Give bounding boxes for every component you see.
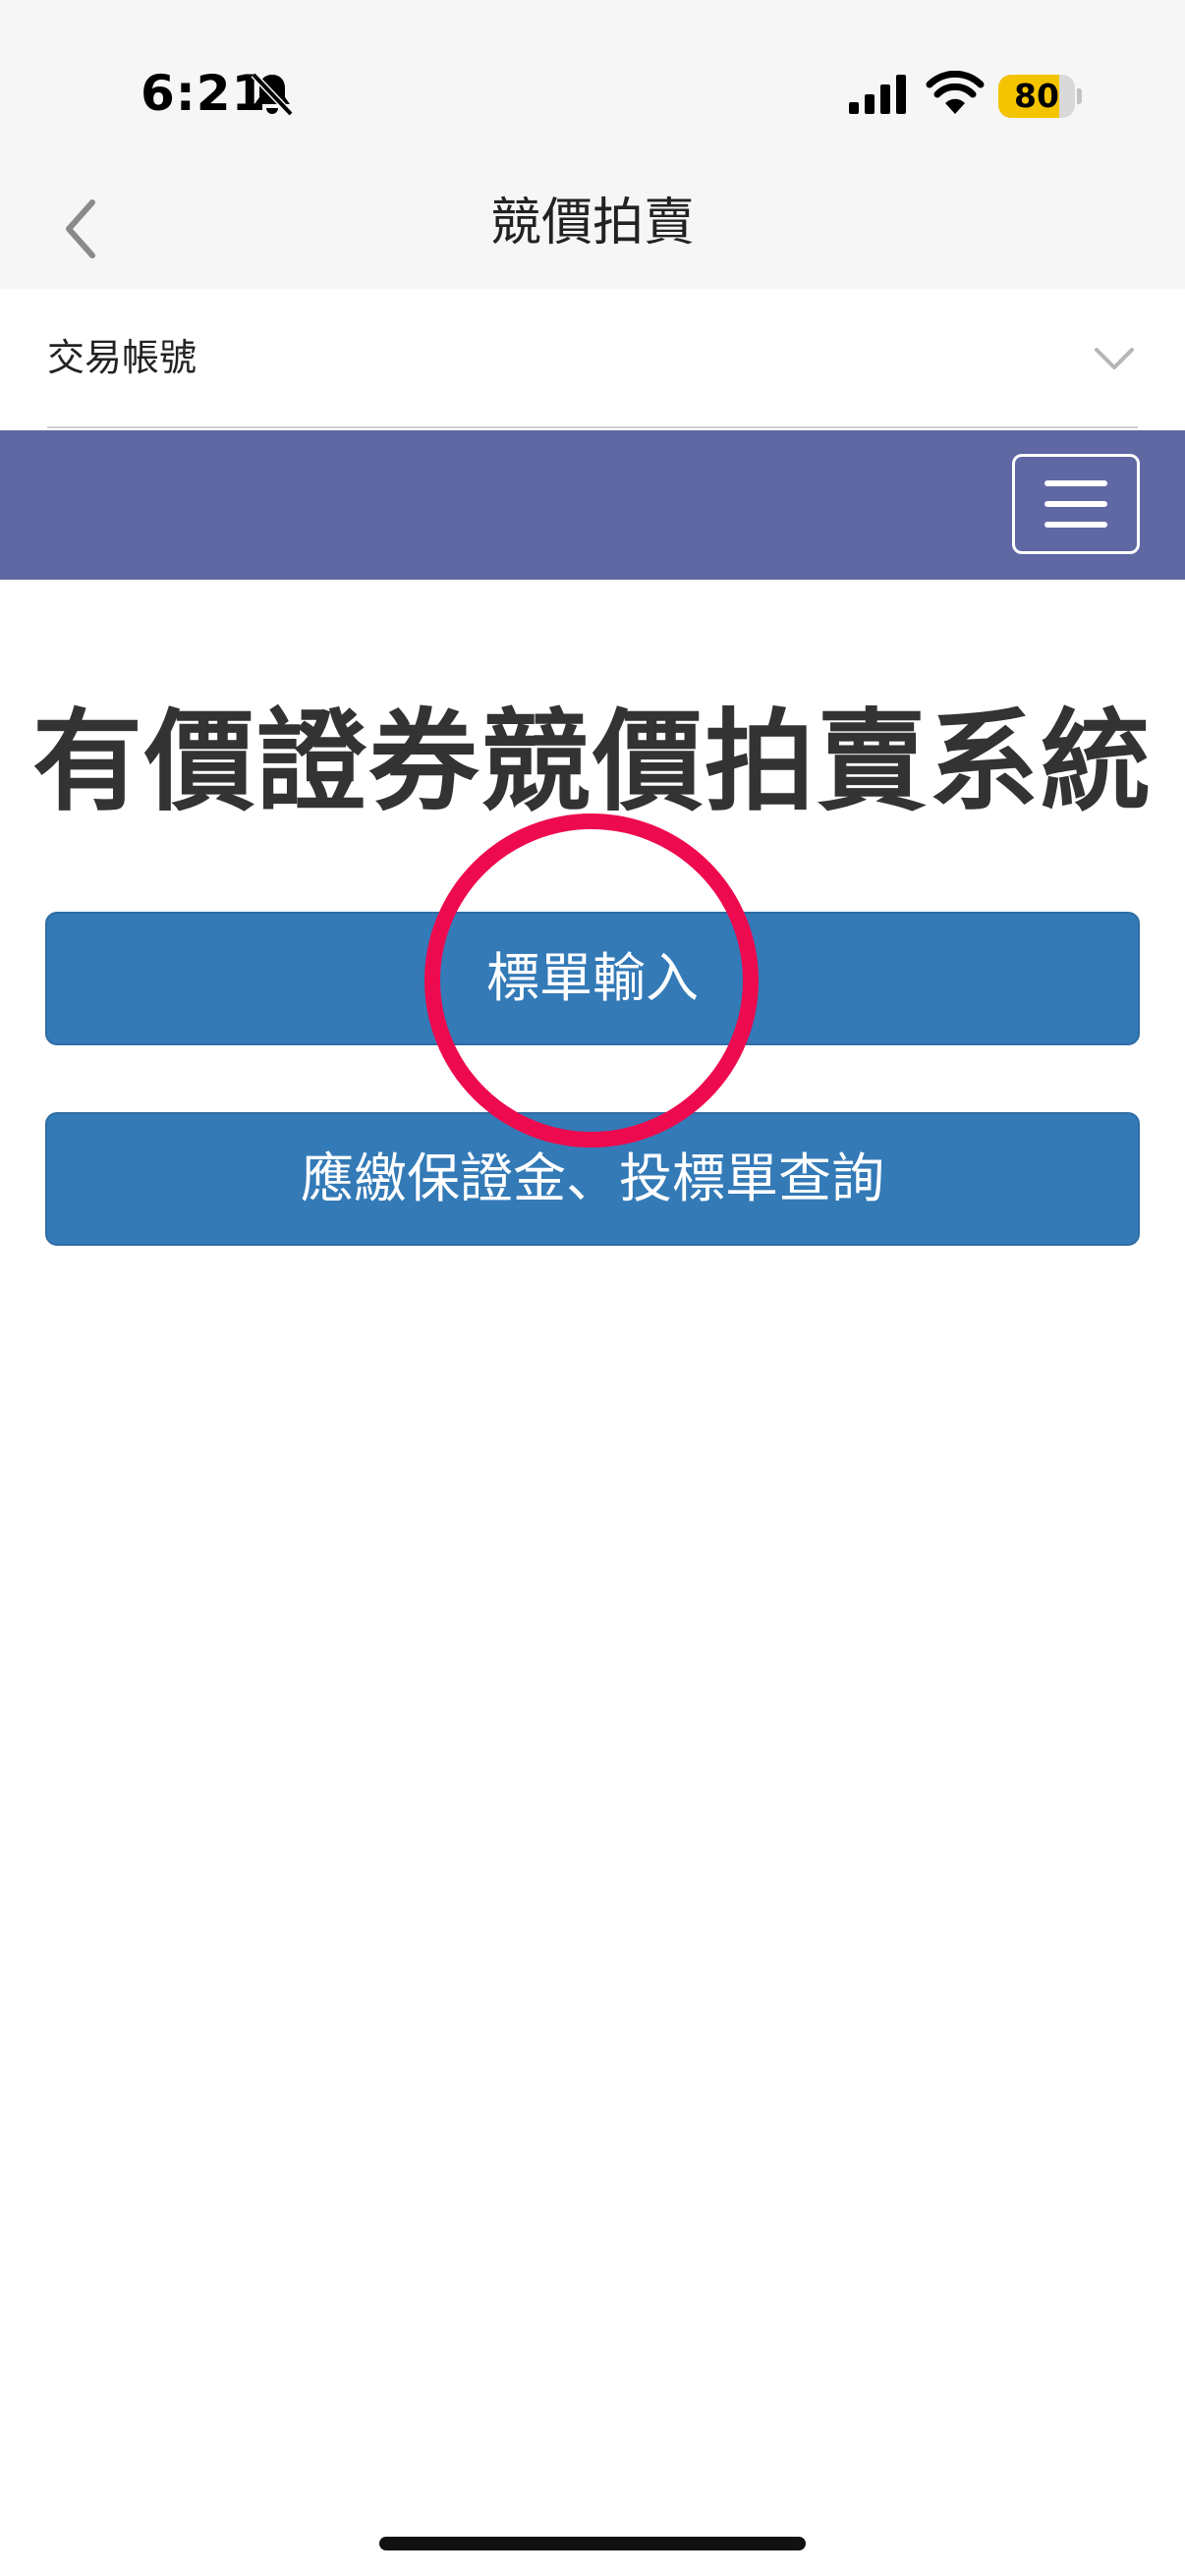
chevron-down-icon[interactable] <box>1093 344 1136 373</box>
home-indicator <box>379 2537 806 2550</box>
account-label: 交易帳號 <box>47 336 198 379</box>
hamburger-menu-icon[interactable] <box>1012 454 1140 554</box>
wifi-icon <box>926 71 985 114</box>
deposit-query-button[interactable]: 應繳保證金、投標單查詢 <box>45 1112 1140 1246</box>
menu-bar <box>0 430 1185 580</box>
status-time: 6:21 <box>141 65 267 122</box>
bid-entry-button[interactable]: 標單輸入 <box>45 912 1140 1045</box>
account-divider <box>47 426 1138 428</box>
page-title: 有價證券競價拍賣系統 <box>32 699 1153 826</box>
battery-icon: 80 <box>998 75 1082 118</box>
page-header-title: 競價拍賣 <box>489 194 695 252</box>
bell-slash-icon <box>251 72 294 117</box>
battery-level: 80 <box>1014 77 1059 115</box>
cellular-signal-icon <box>849 75 906 114</box>
